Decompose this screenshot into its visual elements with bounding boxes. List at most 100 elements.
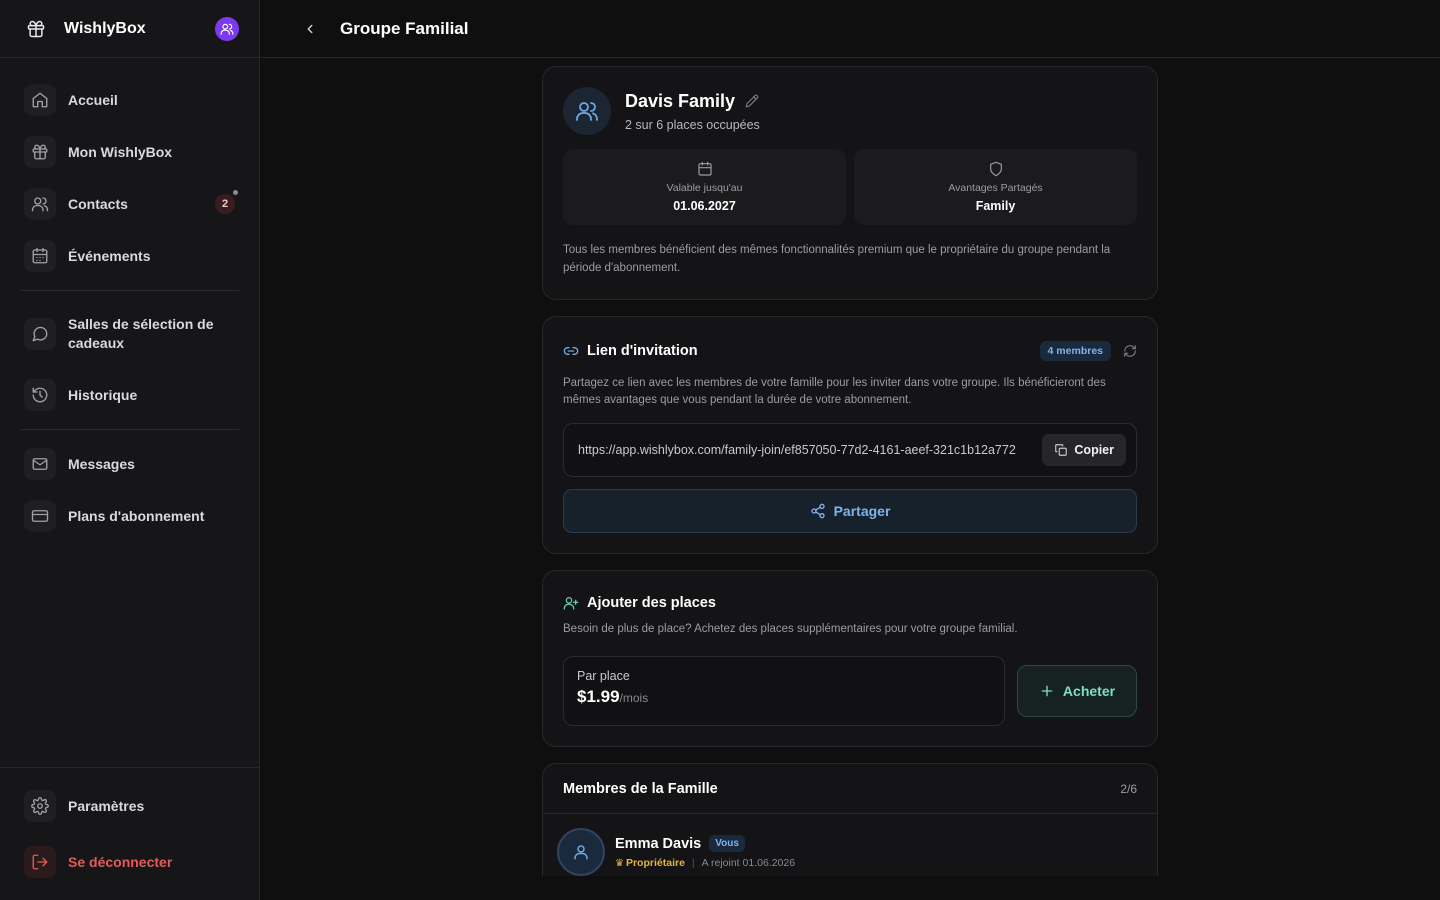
seats-description: Besoin de plus de place? Achetez des pla… [563, 623, 1018, 635]
sidebar-item-historique[interactable]: Historique [20, 369, 239, 421]
sidebar-item-label: Événements [68, 247, 151, 264]
invite-link-box: https://app.wishlybox.com/family-join/ef… [563, 423, 1137, 477]
joined-date: A rejoint 01.06.2026 [701, 857, 796, 869]
group-note: Tous les membres bénéficient des mêmes f… [563, 244, 1111, 274]
main-content: Davis Family 2 sur 6 places occupées Val… [260, 58, 1440, 876]
copy-label: Copier [1074, 443, 1114, 457]
share-button[interactable]: Partager [563, 489, 1137, 533]
logout-button[interactable]: Se déconnecter [20, 834, 239, 890]
list-item[interactable]: Emma Davis Vous ♛ Propriétaire | A rejoin… [543, 814, 1157, 876]
benefits-value: Family [975, 199, 1016, 213]
benefits-stat: Avantages Partagés Family [854, 149, 1137, 225]
sidebar-item-label: Accueil [68, 91, 118, 108]
sidebar-item-label: Mon WishlyBox [68, 143, 173, 160]
notification-badge: 2 [215, 190, 238, 214]
share-label: Partager [833, 503, 891, 519]
sidebar: WishlyBox Accueil Mon WishlyBox Contacts… [0, 0, 260, 900]
sidebar-item-label: Historique [68, 386, 138, 403]
price-unit: /mois [619, 691, 649, 705]
members-header: Membres de la Famille 2/6 [543, 764, 1157, 814]
invite-link[interactable]: https://app.wishlybox.com/family-join/ef… [578, 443, 1042, 457]
members-count: 2/6 [1120, 781, 1137, 796]
users-icon [576, 102, 598, 121]
you-badge: Vous [709, 835, 745, 852]
edit-icon[interactable] [745, 94, 759, 108]
sidebar-item-label: Paramètres [68, 797, 145, 814]
sidebar-item-accueil[interactable]: Accueil [20, 74, 239, 126]
sidebar-item-label: Contacts [68, 195, 128, 212]
role-label: Propriétaire [625, 857, 685, 869]
divider [20, 429, 239, 430]
gear-icon [24, 790, 56, 822]
copy-button[interactable]: Copier [1042, 434, 1126, 466]
sidebar-nav: Accueil Mon WishlyBox Contacts 2 Événeme… [0, 58, 259, 542]
content-column: Davis Family 2 sur 6 places occupées Val… [542, 66, 1158, 876]
group-header: Davis Family 2 sur 6 places occupées [563, 87, 1137, 135]
sidebar-item-label: Salles de sélection de cadeaux [68, 316, 214, 351]
mail-icon [24, 448, 56, 480]
user-plus-icon [563, 595, 579, 611]
sidebar-item-parametres[interactable]: Paramètres [20, 778, 239, 834]
history-icon [24, 379, 56, 411]
group-occupancy: 2 sur 6 places occupées [625, 117, 760, 132]
sidebar-item-label: Plans d'abonnement [68, 507, 205, 524]
back-button[interactable] [300, 19, 320, 39]
calendar-icon [697, 161, 713, 177]
seats-header: Ajouter des places [563, 595, 1137, 611]
validity-label: Valable jusqu'au [666, 182, 743, 194]
price-row: Par place $1.99/mois Acheter [563, 656, 1137, 726]
user-icon [574, 845, 588, 860]
seat-price: $1.99 [577, 687, 620, 706]
sidebar-item-messages[interactable]: Messages [20, 438, 239, 490]
calendar-icon [24, 240, 56, 272]
buy-button[interactable]: Acheter [1017, 665, 1137, 717]
add-seats-card: Ajouter des places Besoin de plus de pla… [542, 570, 1158, 747]
app-name: WishlyBox [64, 19, 146, 37]
family-members-card: Membres de la Famille 2/6 Emma Davis Vou… [542, 763, 1158, 876]
chat-icon [24, 318, 56, 350]
home-icon [24, 84, 56, 116]
logout-icon [24, 846, 56, 878]
sidebar-item-evenements[interactable]: Événements [20, 230, 239, 282]
refresh-icon[interactable] [1123, 344, 1137, 358]
brand-header: WishlyBox [0, 0, 259, 58]
validity-stat: Valable jusqu'au 01.06.2027 [563, 149, 846, 225]
group-stats: Valable jusqu'au 01.06.2027 Avantages Pa… [563, 149, 1137, 225]
badge-count: 2 [221, 198, 229, 210]
page-header: Groupe Familial [260, 0, 1440, 58]
sidebar-item-label: Messages [68, 455, 135, 472]
plus-icon [1041, 685, 1053, 697]
sidebar-item-plans[interactable]: Plans d'abonnement [20, 490, 239, 542]
share-icon [810, 503, 825, 519]
users-icon [24, 188, 56, 220]
crown-icon: ♛ [615, 857, 624, 869]
badge-dot [233, 190, 238, 195]
gift-icon [26, 19, 46, 39]
sidebar-footer: Paramètres Se déconnecter [0, 767, 259, 900]
group-info-card: Davis Family 2 sur 6 places occupées Val… [542, 66, 1158, 300]
chevron-left-icon [307, 24, 313, 33]
shield-icon [988, 161, 1004, 177]
invite-card: Lien d'invitation 4 membres Partagez ce … [542, 316, 1158, 554]
user-avatar[interactable] [215, 16, 239, 41]
group-avatar [563, 87, 611, 135]
members-title: Membres de la Famille [563, 780, 718, 797]
sidebar-item-salles[interactable]: Salles de sélection de cadeaux [20, 299, 239, 369]
seats-title: Ajouter des places [587, 595, 716, 611]
avatar [557, 828, 605, 876]
members-badge: 4 membres [1039, 341, 1111, 361]
buy-label: Acheter [1062, 683, 1116, 699]
sidebar-item-contacts[interactable]: Contacts 2 [20, 178, 239, 230]
member-meta: ♛ Propriétaire | A rejoint 01.06.2026 [615, 857, 795, 869]
owner-role: ♛ Propriétaire [615, 857, 685, 869]
benefits-label: Avantages Partagés [948, 182, 1043, 194]
separator: | [691, 857, 695, 869]
sidebar-item-mon-wishlybox[interactable]: Mon WishlyBox [20, 126, 239, 178]
link-icon [563, 343, 579, 359]
divider [20, 290, 239, 291]
invite-header: Lien d'invitation 4 membres [563, 341, 1137, 361]
group-name: Davis Family [625, 90, 736, 111]
page-title: Groupe Familial [340, 18, 469, 38]
gift-icon [24, 136, 56, 168]
validity-value: 01.06.2027 [673, 199, 736, 213]
